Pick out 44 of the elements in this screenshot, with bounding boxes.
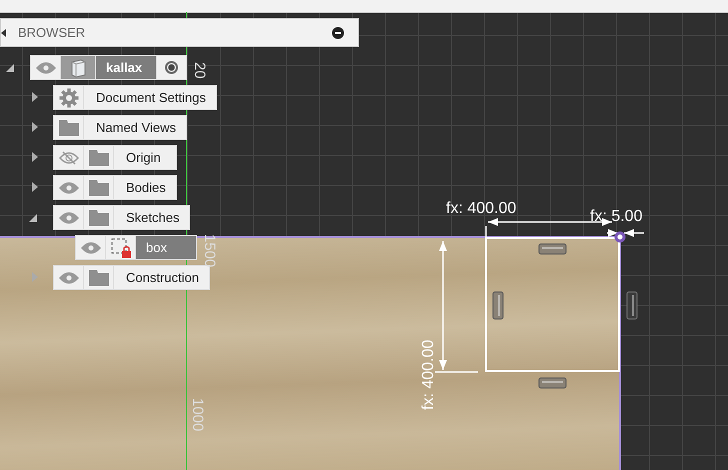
dimension-label[interactable]: fx: 400.00 <box>446 200 516 218</box>
expand-icon[interactable] <box>32 152 38 162</box>
sketch-icon <box>110 236 132 258</box>
tree-item-label: Named Views <box>95 119 177 137</box>
tree-item[interactable]: Named Views <box>53 115 187 140</box>
tree-item-label: Sketches <box>125 209 180 227</box>
ruler-label: 1000 <box>189 398 206 432</box>
gear-icon <box>58 88 78 108</box>
tree-item[interactable]: Origin <box>53 145 177 170</box>
sketch-point[interactable] <box>614 232 626 242</box>
folder-icon <box>88 180 108 196</box>
browser-title: BROWSER <box>18 25 86 40</box>
expand-icon[interactable] <box>32 122 38 132</box>
activate-radio[interactable] <box>165 61 178 74</box>
tree-item-label: box <box>136 236 196 259</box>
vertical-constraint-icon <box>626 292 638 320</box>
ruler-label: 1500 <box>201 234 218 268</box>
tree-item[interactable]: box <box>75 235 197 260</box>
folder-icon <box>88 150 108 166</box>
folder-icon <box>58 120 78 136</box>
folder-icon <box>88 270 108 286</box>
expand-icon[interactable] <box>32 182 38 192</box>
vertical-constraint-icon <box>492 292 504 320</box>
horizontal-constraint-icon <box>538 378 566 388</box>
tree-item-label: Document Settings <box>95 89 207 107</box>
cube-icon <box>69 58 87 78</box>
ruler-label: 20 <box>191 62 208 79</box>
tree-item[interactable]: kallax <box>30 55 187 80</box>
horizontal-constraint-icon <box>538 244 566 254</box>
dimension-label[interactable]: fx: 5.00 <box>590 208 642 226</box>
expand-icon[interactable] <box>6 64 14 72</box>
tree-item-label: Construction <box>125 269 200 287</box>
tree-item[interactable]: Sketches <box>53 205 190 230</box>
collapse-icon[interactable] <box>1 28 6 36</box>
tree-item-label: kallax <box>96 56 156 79</box>
expand-icon[interactable] <box>32 92 38 102</box>
expand-icon[interactable] <box>29 214 37 222</box>
folder-icon <box>88 210 108 226</box>
tree-item[interactable]: Construction <box>53 265 210 290</box>
tree-item[interactable]: Bodies <box>53 175 177 200</box>
tree-item[interactable]: Document Settings <box>53 85 217 110</box>
tree-item-label: Origin <box>125 149 162 167</box>
tree-item-label: Bodies <box>125 179 167 197</box>
minimize-icon[interactable] <box>332 26 344 38</box>
